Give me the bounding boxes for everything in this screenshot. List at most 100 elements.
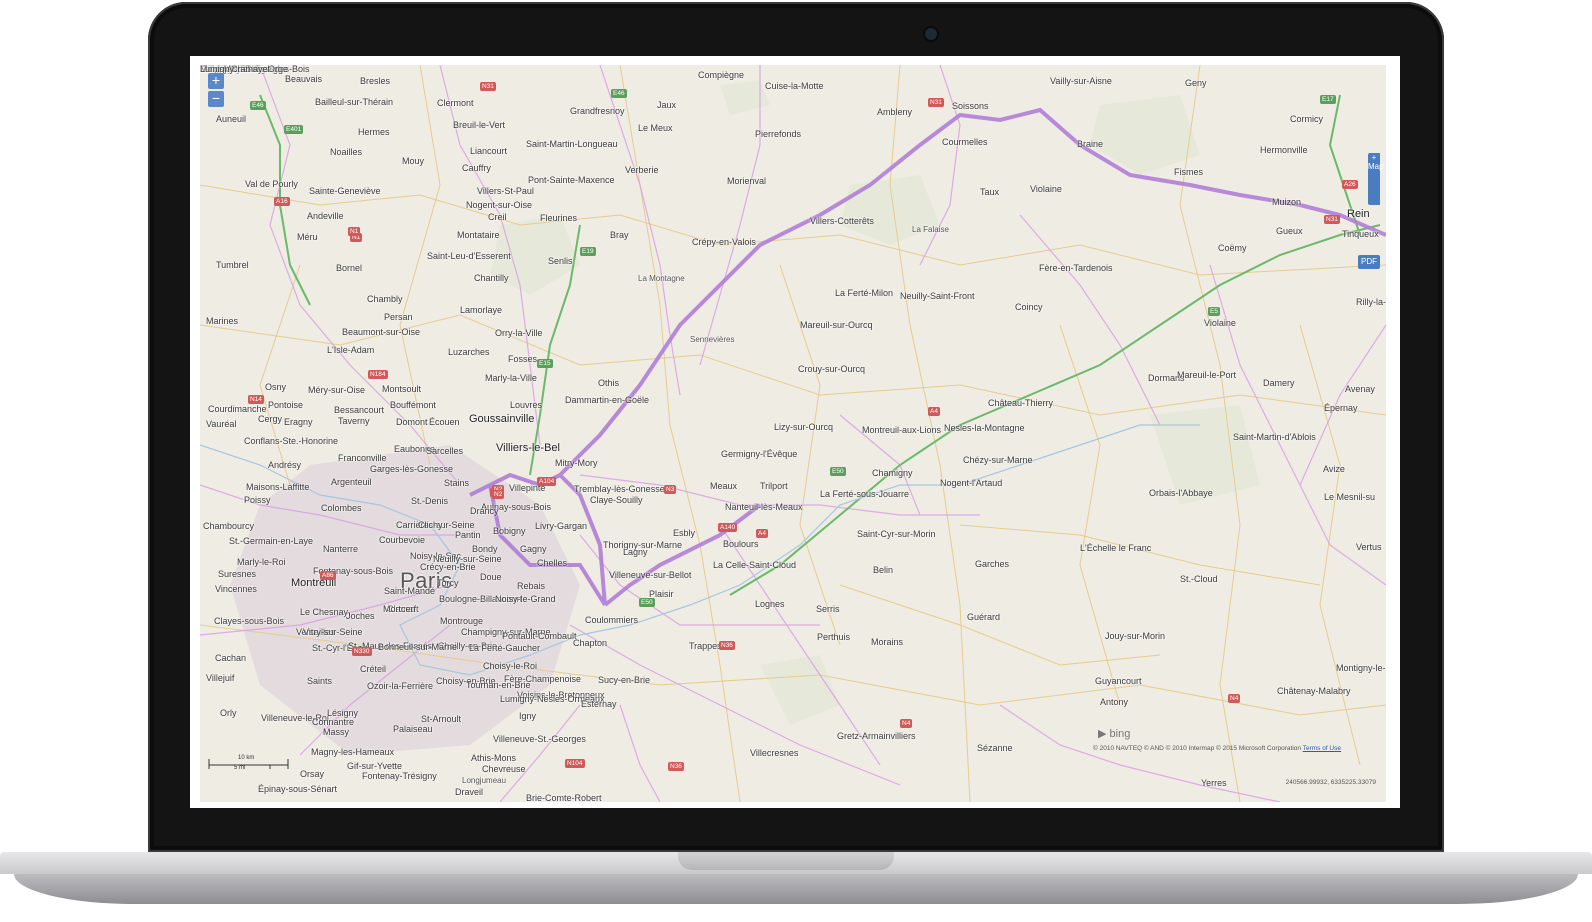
place-label: Méry-sur-Oise — [308, 385, 366, 395]
place-label: Noailles — [330, 147, 363, 157]
place-label: Garches — [975, 559, 1010, 569]
zoom-out-button[interactable]: − — [208, 91, 224, 107]
place-label: La Celle-Saint-Cloud — [713, 560, 797, 570]
place-label: Claye-Souilly — [590, 495, 643, 505]
road-shield: A104 — [537, 477, 557, 486]
place-label: Vincennes — [215, 584, 257, 594]
place-label: Poissy — [244, 495, 271, 505]
place-label: Taverny — [338, 416, 370, 426]
place-label: Lagny — [623, 547, 648, 557]
road-shield: E46 — [611, 89, 627, 98]
place-label: Châtenay-Malabry — [1277, 686, 1351, 696]
zoom-in-button[interactable]: + — [208, 73, 224, 89]
place-label: Fère-en-Tardenois — [1039, 263, 1113, 273]
road-shield: E46 — [250, 101, 266, 110]
place-label: Villeneuve-sur-Bellot — [609, 570, 692, 580]
place-label: Montigny-le-Bretonneux — [1336, 663, 1386, 673]
terms-of-use-link[interactable]: Terms of Use — [1303, 745, 1341, 752]
place-label: Coulommiers — [585, 615, 639, 625]
place-label: Germigny-l'Évêque — [721, 449, 798, 459]
place-label: Domont — [396, 417, 428, 427]
road-shield: N184 — [368, 370, 388, 379]
place-label: Marines — [206, 316, 239, 326]
place-label: Bobigny — [493, 526, 526, 536]
place-label: Avenay — [1345, 384, 1375, 394]
place-label: Bessancourt — [334, 405, 385, 415]
place-label: Saints — [307, 676, 333, 686]
place-label: Chelles — [537, 558, 568, 568]
place-label: Saint-Cyr-sur-Morin — [857, 529, 936, 539]
place-label: Colombes — [321, 503, 362, 513]
road-shield: E15 — [537, 359, 553, 368]
place-label: Andrésy — [268, 460, 302, 470]
laptop-screen: Beauvais Bresles Clermont Compiègne Cuise-la… — [190, 56, 1400, 808]
place-label: Fismes — [1174, 167, 1203, 177]
place-label: L'Échelle le Franc — [1080, 543, 1152, 553]
place-label: Jaux — [657, 100, 677, 110]
place-label: Montreuil-aux-Lions — [862, 425, 942, 435]
place-label: Bornel — [336, 263, 363, 273]
place-label: Cuise-la-Motte — [765, 81, 824, 91]
place-label: Meaux — [710, 481, 738, 491]
place-label: Saint-Martin-d'Ablois — [1233, 432, 1316, 442]
road-shield: N31 — [480, 82, 496, 91]
place-label: Épinay-sous-Sénart — [258, 784, 338, 794]
place-label: Saint-Leu-d'Esserent — [427, 251, 511, 261]
place-label: St-Arnoult — [421, 714, 462, 724]
place-label: Igny — [519, 711, 537, 721]
place-label: Gueux — [1276, 226, 1303, 236]
place-label: Neuilly-Saint-Front — [900, 291, 975, 301]
place-label: Morienval — [727, 176, 767, 186]
place-label: Pantin — [455, 530, 481, 540]
road-shield: A26 — [1342, 180, 1358, 189]
place-label: Crépy-en-Valois — [692, 237, 756, 247]
pdf-button[interactable]: PDF — [1358, 255, 1380, 269]
place-label: Pont-Sainte-Maxence — [528, 175, 615, 185]
place-label: Drancy — [470, 506, 499, 516]
place-label: Nogent-l'Artaud — [940, 478, 1003, 488]
place-label: Cachan — [215, 653, 247, 663]
place-label: Morains — [871, 637, 904, 647]
place-label: Maisons-Laffitte — [246, 482, 310, 492]
place-label: Pontoise — [268, 400, 304, 410]
place-label: Fleurines — [540, 213, 578, 223]
place-label: Cauffry — [462, 163, 491, 173]
road-shield: N2 — [492, 490, 505, 499]
place-label: Luzarches — [448, 347, 490, 357]
place-label: Saint-Mandé — [384, 586, 436, 596]
map-roads — [200, 65, 1386, 802]
place-label: Pierrefonds — [755, 129, 802, 139]
place-label: Clermont — [437, 98, 474, 108]
place-label: Tumbrel — [216, 260, 249, 270]
place-label: Sennevières — [690, 335, 735, 344]
place-label: Marly-le-Roi — [237, 557, 286, 567]
place-label: Massy — [323, 727, 350, 737]
place-label: Sarcelles — [426, 446, 464, 456]
place-label: Torcy — [437, 578, 459, 588]
place-label: Orbais-l'Abbaye — [1149, 488, 1213, 498]
map-panel-toggle[interactable]: + Map — [1368, 153, 1384, 205]
place-label: Violaine — [1204, 318, 1236, 328]
map-canvas[interactable]: Beauvais Bresles Clermont Compiègne Cuise-la… — [200, 65, 1386, 802]
place-label: Fosses — [508, 354, 538, 364]
place-label: Orsay — [300, 769, 325, 779]
place-label: Cormicy — [1290, 114, 1323, 124]
place-label: Lizy-sur-Ourcq — [774, 422, 834, 432]
place-label: Tinqueux — [1342, 229, 1379, 239]
place-label: Yerres — [1201, 778, 1227, 788]
road-shield: N31 — [928, 98, 944, 107]
place-label: Hermes — [358, 127, 390, 137]
road-shield: N31 — [1324, 215, 1340, 224]
place-label: Saint-Martin-Longueau — [526, 139, 618, 149]
bing-label: bing — [1109, 728, 1131, 740]
place-label: Persan — [384, 312, 413, 322]
road-shield: A140 — [718, 523, 738, 532]
place-label: Clichy — [418, 520, 443, 530]
place-label: Jouy-sur-Morin — [1105, 631, 1166, 641]
place-label: Chantilly — [474, 273, 509, 283]
place-label: Courmelles — [942, 137, 988, 147]
place-label: Guyancourt — [1095, 676, 1142, 686]
place-label: Vailly-sur-Aisne — [1050, 76, 1112, 86]
place-label: La Ferté-Gaucher — [469, 643, 541, 653]
place-label: Trappes — [689, 641, 722, 651]
